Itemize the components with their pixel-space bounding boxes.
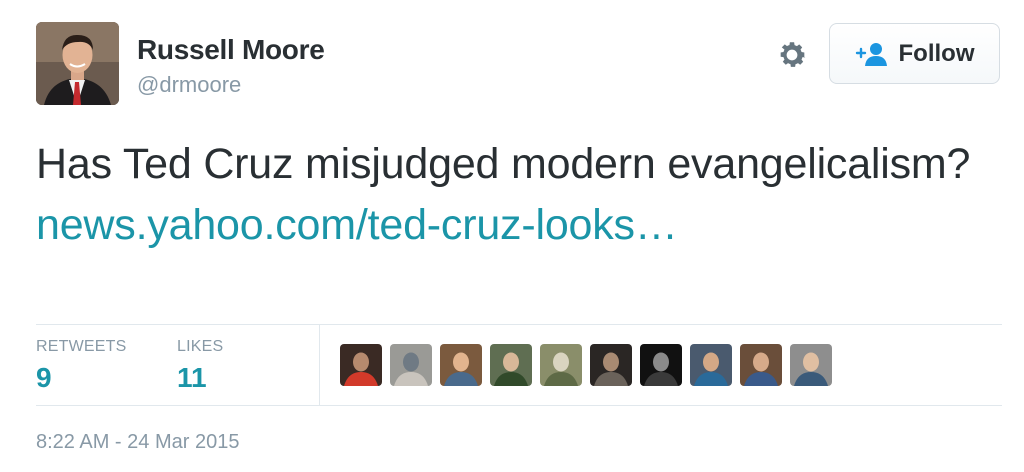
follow-label: Follow [898, 39, 975, 67]
stats-divider-top [36, 324, 1002, 325]
liker-avatar[interactable] [790, 344, 832, 386]
likes-count: 11 [177, 362, 207, 393]
liker-avatar[interactable] [640, 344, 682, 386]
author-handle[interactable]: @drmoore [137, 72, 241, 98]
likers-avatars [340, 344, 832, 386]
follow-button[interactable]: Follow [829, 23, 1000, 84]
stats-divider-bottom [36, 405, 1002, 406]
avatar[interactable] [36, 22, 119, 105]
liker-avatar[interactable] [690, 344, 732, 386]
stats-divider-vertical [319, 324, 320, 405]
likes-label: LIKES [177, 338, 224, 355]
tweet-timestamp[interactable]: 8:22 AM - 24 Mar 2015 [36, 431, 239, 454]
retweets-stat[interactable]: RETWEETS 9 [36, 338, 127, 394]
liker-avatar[interactable] [390, 344, 432, 386]
add-user-icon [855, 41, 889, 67]
gear-icon[interactable] [775, 38, 809, 72]
liker-avatar[interactable] [340, 344, 382, 386]
liker-avatar[interactable] [440, 344, 482, 386]
tweet-link[interactable]: news.yahoo.com/ted-cruz-looks… [36, 201, 678, 249]
author-name[interactable]: Russell Moore [137, 34, 325, 66]
retweets-label: RETWEETS [36, 338, 127, 355]
liker-avatar[interactable] [540, 344, 582, 386]
tweet-body: Has Ted Cruz misjudged modern evangelica… [36, 140, 971, 188]
avatar-photo [36, 22, 119, 105]
retweets-count: 9 [36, 362, 52, 393]
likes-stat[interactable]: LIKES 11 [177, 338, 223, 394]
liker-avatar[interactable] [740, 344, 782, 386]
tweet-card: Russell Moore @drmoore Follow Has Ted Cr… [0, 0, 1024, 472]
liker-avatar[interactable] [590, 344, 632, 386]
tweet-text: Has Ted Cruz misjudged modern evangelica… [36, 134, 996, 256]
liker-avatar[interactable] [490, 344, 532, 386]
